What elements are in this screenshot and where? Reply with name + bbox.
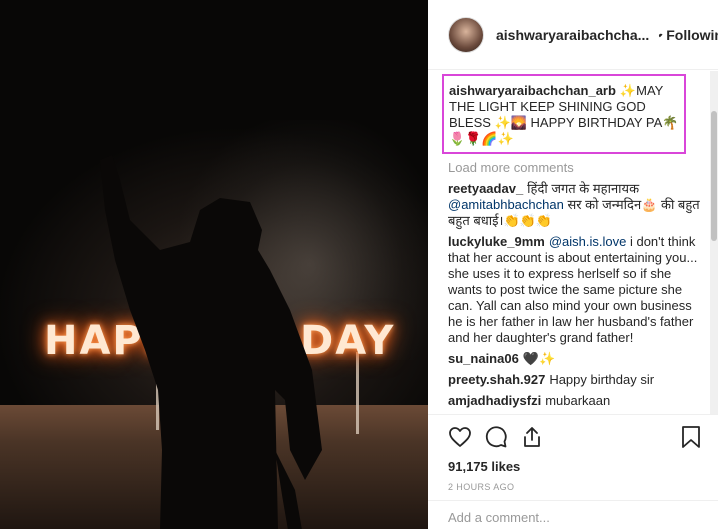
header-username[interactable]: aishwaryaraibachcha... [496,27,649,43]
comment-mention[interactable]: @amitabhbachchan [448,197,564,212]
comments-scrollbar[interactable] [710,71,718,414]
comment-text: Happy birthday sir [549,372,655,387]
comment-username[interactable]: preety.shah.927 [448,372,545,387]
add-comment-input[interactable]: Add a comment... [428,500,718,529]
likes-count[interactable]: 91,175 likes [448,459,702,474]
share-icon[interactable] [520,425,544,449]
comment-username[interactable]: amjadhadiysfzi [448,393,541,408]
post-photo[interactable]: HAPPY DAY [0,0,428,529]
list-item: amjadhadiysfzi mubarkaan [448,393,702,409]
post-timestamp[interactable]: 2 HOURS AGO [448,482,702,492]
person-silhouette [100,155,322,529]
post-header: aishwaryaraibachcha... • Following [428,0,718,70]
scrollbar-thumb[interactable] [711,111,717,241]
speech-bubble-icon[interactable] [484,425,508,449]
comment-mention[interactable]: @aish.is.love [549,234,627,249]
post-caption: aishwaryaraibachchan_arb ✨MAY THE LIGHT K… [442,74,686,154]
list-item: luckyluke_9mm @aish.is.love i don't think… [448,234,702,346]
comment-text: i don't think that her account is about … [448,234,698,345]
sign-post [356,352,359,434]
bookmark-icon[interactable] [680,425,702,449]
caption-username[interactable]: aishwaryaraibachchan_arb [449,83,616,98]
following-button[interactable]: Following [666,27,718,43]
list-item: su_naina06 🖤✨ [448,351,702,367]
load-more-comments-button[interactable]: Load more comments [448,160,702,175]
comment-text: mubarkaan [545,393,611,408]
comment-username[interactable]: luckyluke_9mm [448,234,545,249]
list-item: reetyaadav_ हिंदी जगत के महानायक @amitabh… [448,181,702,229]
avatar[interactable] [448,16,484,53]
post-actions: 91,175 likes 2 HOURS AGO Add a comment..… [428,414,718,529]
comments-list[interactable]: aishwaryaraibachchan_arb ✨MAY THE LIGHT K… [428,71,710,414]
heart-icon[interactable] [448,425,472,449]
list-item: preety.shah.927 Happy birthday sir [448,372,702,388]
comment-text: हिंदी जगत के महानायक [527,181,640,196]
comment-username[interactable]: su_naina06 [448,351,519,366]
comment-text: 🖤✨ [522,351,556,366]
comment-username[interactable]: reetyaadav_ [448,181,523,196]
action-icons [448,418,702,456]
